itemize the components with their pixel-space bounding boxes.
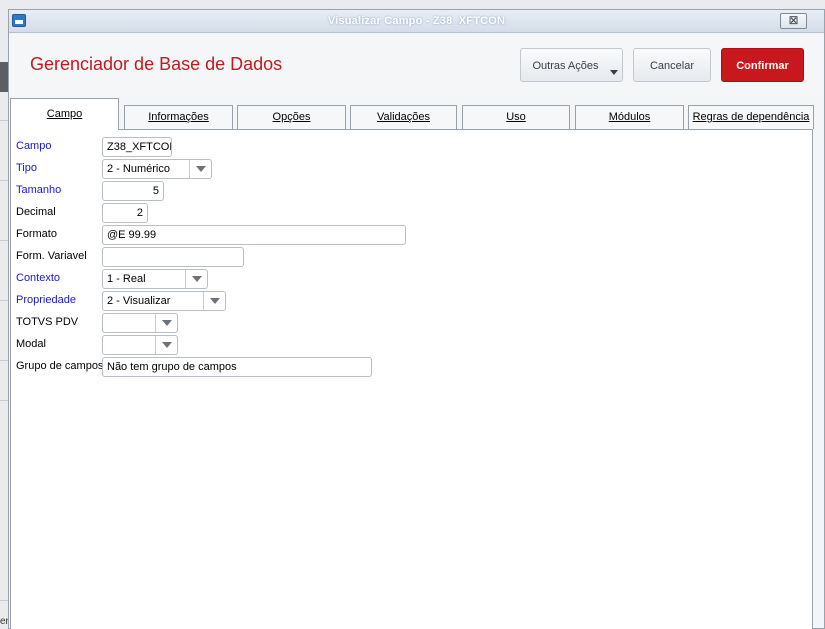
tab-opcoes[interactable]: Opções	[237, 105, 346, 129]
tab-informacoes[interactable]: Informações	[124, 105, 233, 129]
chevron-down-icon	[610, 70, 618, 75]
tab-label: Campo	[46, 108, 83, 120]
tab-label: Uso	[506, 111, 526, 123]
tab-modulos[interactable]: Módulos	[575, 105, 684, 129]
grupo-campos-input[interactable]: Não tem grupo de campos	[102, 357, 372, 377]
more-actions-button[interactable]: Outras Ações	[520, 48, 623, 82]
tab-campo[interactable]: Campo	[10, 98, 119, 130]
tamanho-input[interactable]: 5	[102, 181, 164, 201]
campo-label: Campo	[16, 140, 52, 152]
chevron-down-icon[interactable]	[203, 292, 225, 310]
campo-input[interactable]: Z38_XFTCON	[102, 137, 172, 157]
propriedade-value: 2 - Visualizar	[107, 295, 171, 307]
chevron-down-icon[interactable]	[155, 336, 177, 354]
tab-label: Regras de dependência	[692, 111, 810, 123]
tab-label: Opções	[272, 111, 311, 123]
grupo-campos-label: Grupo de campos	[16, 360, 104, 372]
tab-label: Módulos	[608, 111, 651, 123]
propriedade-select[interactable]: 2 - Visualizar	[102, 291, 226, 311]
campo-panel: Campo Z38_XFTCON Tipo 2 - Numérico Taman…	[10, 129, 813, 629]
tipo-select[interactable]: 2 - Numérico	[102, 159, 212, 179]
modal-label: Modal	[16, 338, 46, 350]
more-actions-label: Outras Ações	[532, 60, 599, 72]
modal-select[interactable]	[102, 335, 178, 355]
propriedade-label: Propriedade	[16, 294, 76, 306]
tab-label: Validações	[377, 111, 430, 123]
contexto-label: Contexto	[16, 272, 61, 284]
chevron-down-icon[interactable]	[185, 270, 207, 288]
dialog-header: Gerenciador de Base de Dados Outras Açõe…	[9, 33, 824, 97]
contexto-value: 1 - Real	[107, 273, 146, 285]
formato-label: Formato	[16, 228, 57, 240]
window-title: Visualizar Campo - Z38_XFTCON	[327, 15, 506, 27]
formato-input[interactable]: @E 99.99	[102, 225, 406, 245]
tab-regras-de-dependencia[interactable]: Regras de dependência	[688, 105, 814, 129]
tab-bar: Campo Informações Opções Validações Uso …	[10, 98, 824, 130]
page-title: Gerenciador de Base de Dados	[30, 54, 283, 74]
tab-label: Informações	[148, 111, 209, 123]
confirm-button[interactable]: Confirmar	[721, 48, 804, 82]
field-view-dialog: Visualizar Campo - Z38_XFTCON ⊠ Gerencia…	[8, 9, 825, 629]
form-variavel-label: Form. Variavel	[16, 250, 87, 262]
tab-validacoes[interactable]: Validações	[350, 105, 457, 129]
decimal-input[interactable]: 2	[102, 203, 148, 223]
totvs-pdv-select[interactable]	[102, 313, 178, 333]
tipo-value: 2 - Numérico	[107, 163, 170, 175]
tamanho-label: Tamanho	[16, 184, 62, 196]
tab-uso[interactable]: Uso	[462, 105, 570, 129]
close-button[interactable]: ⊠	[780, 13, 807, 29]
cancel-button[interactable]: Cancelar	[633, 48, 711, 82]
decimal-label: Decimal	[16, 206, 56, 218]
chevron-down-icon[interactable]	[189, 160, 211, 178]
contexto-select[interactable]: 1 - Real	[102, 269, 208, 289]
form-variavel-input[interactable]	[102, 247, 244, 267]
chevron-down-icon[interactable]	[155, 314, 177, 332]
totvs-pdv-label: TOTVS PDV	[16, 316, 79, 328]
close-icon: ⊠	[788, 13, 799, 27]
tipo-label: Tipo	[16, 162, 37, 174]
title-bar[interactable]: Visualizar Campo - Z38_XFTCON ⊠	[9, 10, 824, 33]
